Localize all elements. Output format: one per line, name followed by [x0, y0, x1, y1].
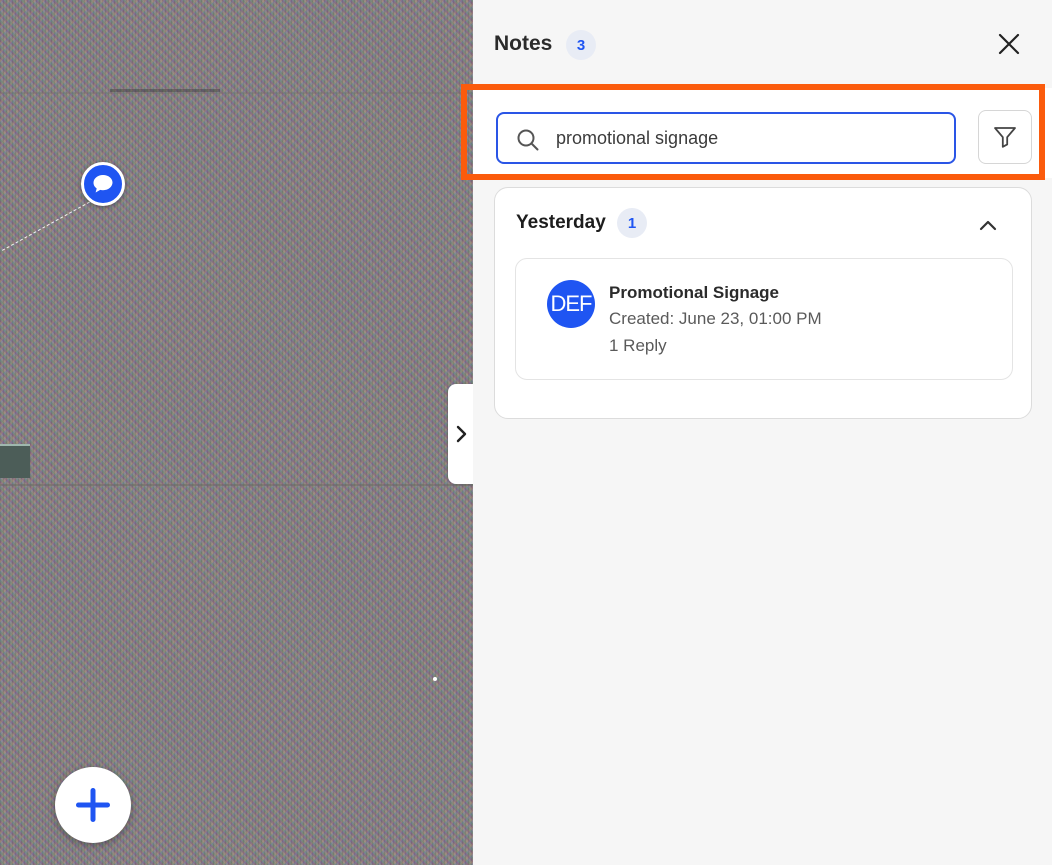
collapse-panel-button[interactable] — [448, 384, 473, 484]
map-canvas[interactable] — [0, 0, 473, 865]
notes-group-yesterday: Yesterday 1 DEF Promotional Signage Crea… — [494, 187, 1032, 419]
search-field[interactable] — [496, 112, 956, 164]
note-pin[interactable] — [81, 162, 125, 206]
note-list-item[interactable]: DEF Promotional Signage Created: June 23… — [515, 258, 1013, 380]
map-building — [0, 444, 30, 478]
filter-button[interactable] — [978, 110, 1032, 164]
note-reply-count: 1 Reply — [609, 336, 667, 355]
note-created-date: Created: June 23, 01:00 PM — [609, 309, 822, 328]
note-title: Promotional Signage — [609, 283, 780, 302]
chat-bubble-icon — [93, 175, 113, 193]
search-row — [473, 88, 1052, 178]
panel-title: Notes — [494, 32, 553, 55]
map-road — [0, 484, 473, 486]
chevron-up-icon — [979, 220, 997, 231]
search-icon — [517, 129, 539, 151]
search-input[interactable] — [556, 126, 936, 150]
avatar: DEF — [547, 280, 595, 328]
notes-count-badge: 3 — [566, 30, 596, 60]
map-road — [0, 92, 473, 94]
chevron-right-icon — [456, 425, 466, 443]
map-feature — [110, 89, 220, 92]
group-collapse-toggle[interactable] — [973, 210, 1003, 240]
group-title: Yesterday — [516, 212, 606, 233]
map-marker-dot — [433, 677, 437, 681]
panel-header: Notes 3 — [473, 0, 1052, 88]
plus-icon — [76, 788, 110, 822]
note-connector-line — [2, 201, 90, 251]
close-icon — [998, 33, 1020, 55]
filter-icon — [994, 127, 1016, 148]
close-button[interactable] — [993, 28, 1025, 60]
notes-panel: Notes 3 Yesterday 1 — [473, 0, 1052, 865]
add-note-button[interactable] — [55, 767, 131, 843]
group-count-badge: 1 — [617, 208, 647, 238]
